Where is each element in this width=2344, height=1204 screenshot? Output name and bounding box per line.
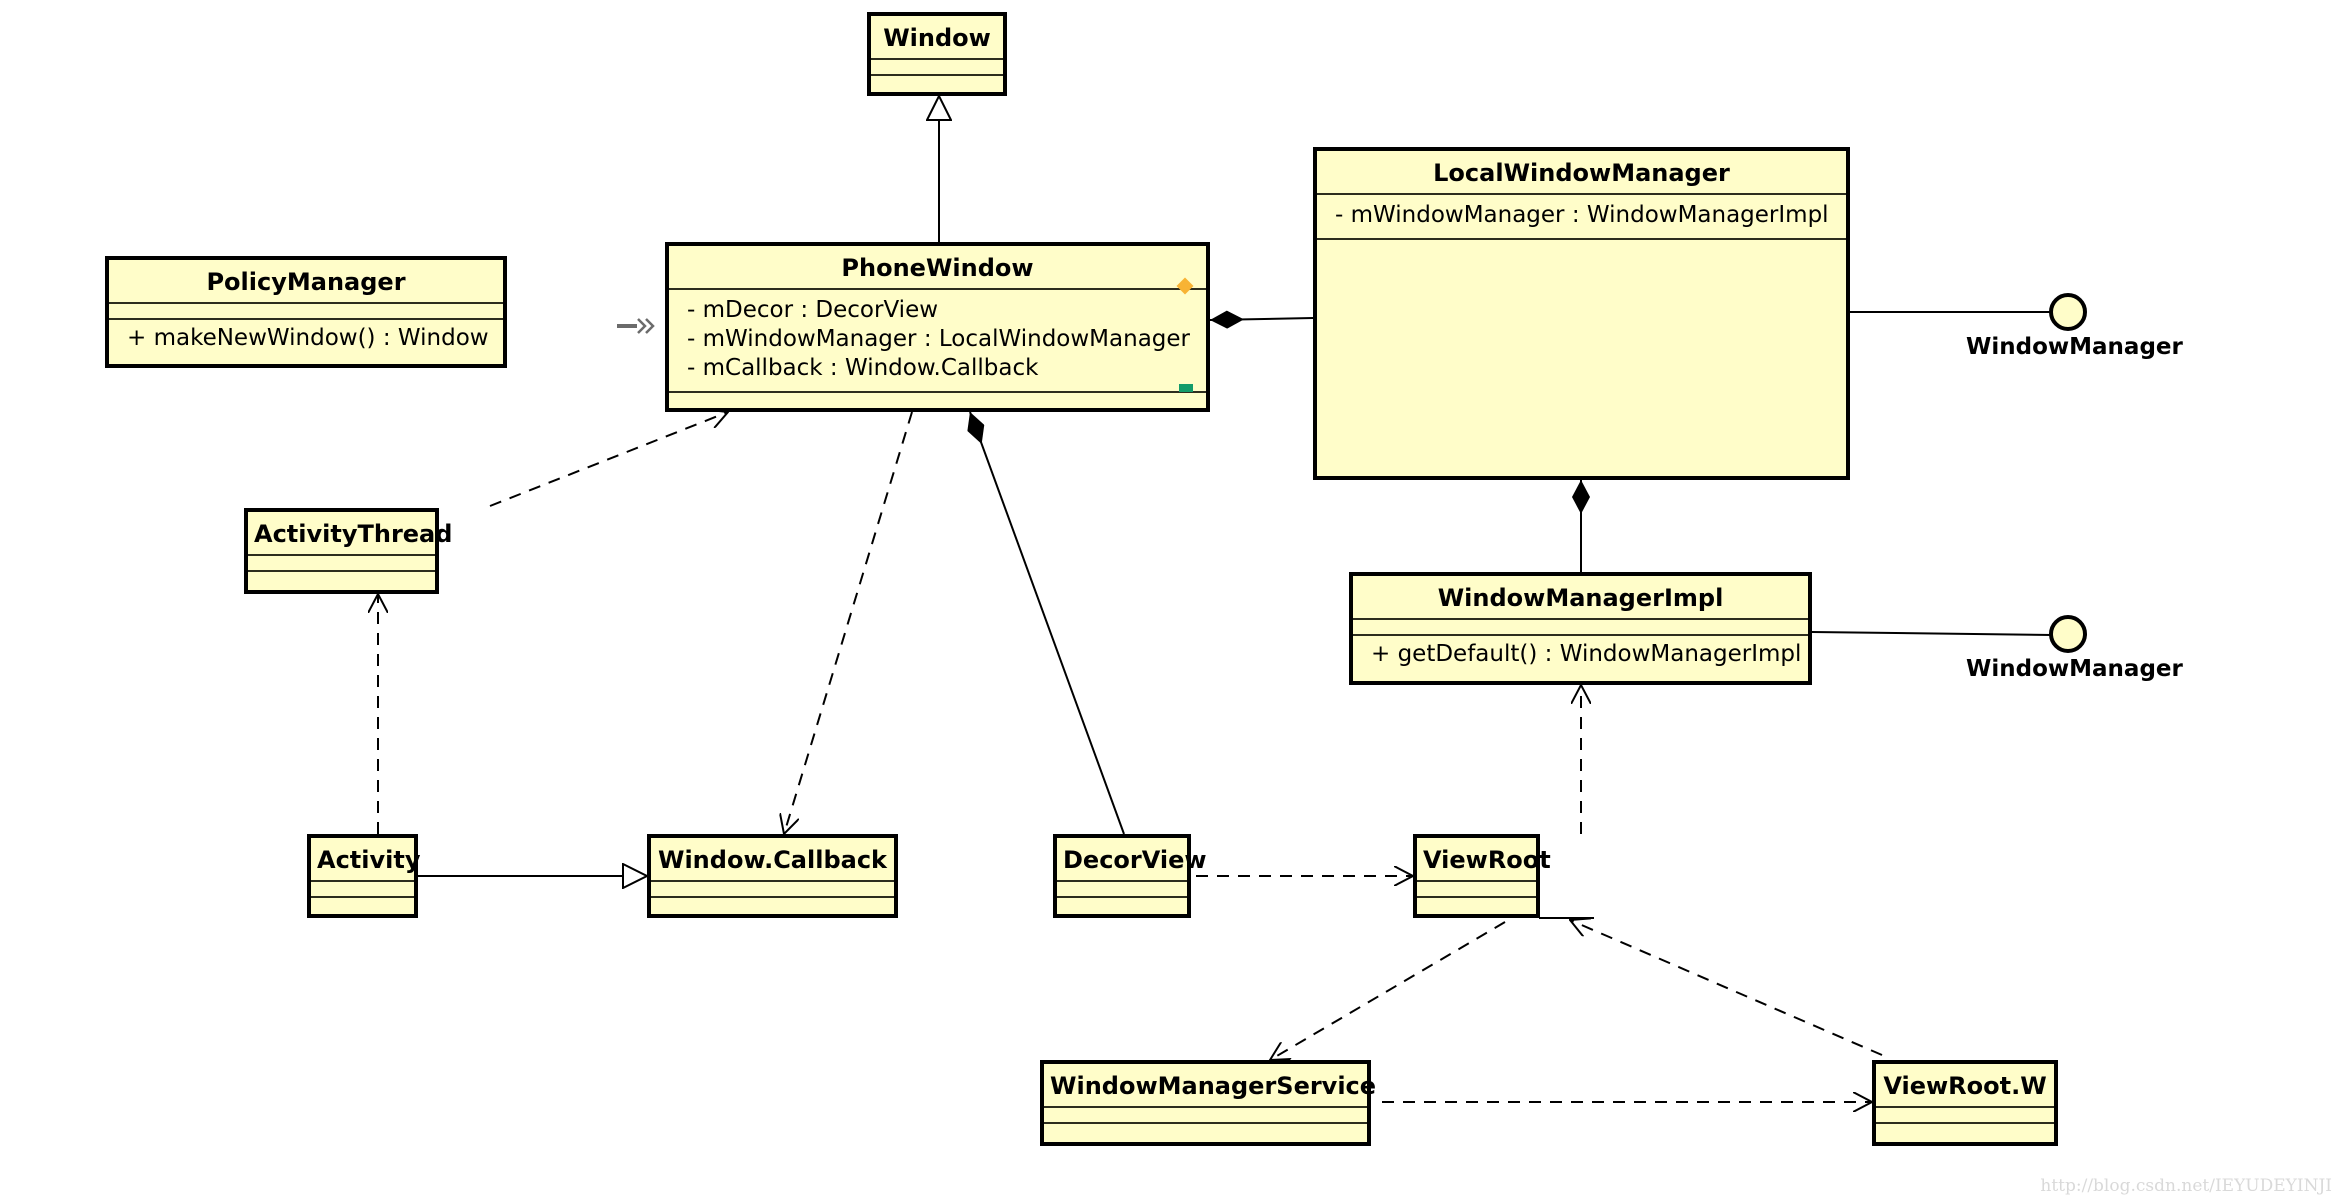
class-name: DecorView xyxy=(1063,846,1207,874)
watermark: http://blog.csdn.net/IEYUDEYINJI xyxy=(2040,1176,2332,1196)
operation: + getDefault() : WindowManagerImpl xyxy=(1371,641,1802,667)
class-name: WindowManagerImpl xyxy=(1437,584,1724,612)
class-name: WindowManagerService xyxy=(1050,1072,1377,1100)
class-localwindowmanager[interactable]: LocalWindowManager - mWindowManager : Wi… xyxy=(1313,147,1850,480)
operations-compartment xyxy=(1417,896,1536,912)
class-name: ViewRoot xyxy=(1423,846,1551,874)
class-name: ActivityThread xyxy=(254,520,453,548)
attributes-compartment: - mDecor : DecorView - mWindowManager : … xyxy=(669,288,1206,387)
composition-phonewindow-localwindowmanager xyxy=(1209,310,1314,329)
operations-compartment: + makeNewWindow() : Window xyxy=(109,318,503,357)
class-window-callback[interactable]: Window.Callback xyxy=(647,834,898,918)
class-decorview[interactable]: DecorView xyxy=(1053,834,1207,918)
class-windowmanagerservice[interactable]: WindowManagerService xyxy=(1040,1060,1377,1146)
interface-label-windowmanager-2: WindowManager xyxy=(1966,656,2183,682)
attribute: - mWindowManager : LocalWindowManager xyxy=(687,326,1191,352)
operations-compartment xyxy=(669,391,1206,411)
attributes-compartment xyxy=(311,880,414,896)
class-window[interactable]: Window xyxy=(867,12,1007,96)
dependency-phonewindow-windowcallback xyxy=(784,411,913,834)
attribute: - mCallback : Window.Callback xyxy=(687,355,1039,381)
attributes-compartment xyxy=(1353,618,1808,634)
attributes-compartment xyxy=(248,554,435,570)
class-name: PolicyManager xyxy=(206,268,406,296)
class-name: Window xyxy=(883,24,991,52)
operations-compartment xyxy=(1044,1122,1367,1138)
class-name: LocalWindowManager xyxy=(1433,159,1730,187)
operation: + makeNewWindow() : Window xyxy=(127,325,489,351)
attributes-compartment xyxy=(651,880,894,896)
attributes-compartment: - mWindowManager : WindowManagerImpl xyxy=(1317,193,1846,238)
attributes-compartment xyxy=(109,302,503,318)
operations-compartment: + getDefault() : WindowManagerImpl xyxy=(1353,634,1808,673)
class-name: Activity xyxy=(317,846,421,874)
phonewindow-port-chevrons-icon xyxy=(637,318,655,334)
composition-phonewindow-decorview xyxy=(967,411,1125,835)
class-viewroot[interactable]: ViewRoot xyxy=(1413,834,1551,918)
dependency-viewroot-windowmanagerservice xyxy=(1270,921,1506,1060)
operations-compartment xyxy=(311,896,414,912)
connector-layer xyxy=(0,0,2087,1204)
operations-compartment xyxy=(871,74,1003,90)
lollipop-line-windowmanagerimpl xyxy=(1811,631,2053,636)
attribute: - mWindowManager : WindowManagerImpl xyxy=(1335,202,1829,228)
class-windowmanagerimpl[interactable]: WindowManagerImpl + getDefault() : Windo… xyxy=(1349,572,1812,685)
class-viewroot-w[interactable]: ViewRoot.W xyxy=(1872,1060,2058,1146)
interface-windowmanager-icon-1 xyxy=(2049,293,2087,331)
dependency-activitythread-phonewindow xyxy=(489,412,728,507)
operations-compartment xyxy=(1317,238,1846,254)
dependency-viewrootw-viewroot xyxy=(1570,920,1883,1056)
class-activity[interactable]: Activity xyxy=(307,834,421,918)
attributes-compartment xyxy=(1057,880,1187,896)
operations-compartment xyxy=(1876,1122,2054,1138)
class-name: PhoneWindow xyxy=(841,254,1034,282)
operations-compartment xyxy=(248,570,435,586)
class-activitythread[interactable]: ActivityThread xyxy=(244,508,453,594)
operations-compartment xyxy=(1057,896,1187,912)
attributes-compartment xyxy=(1417,880,1536,896)
class-name: ViewRoot.W xyxy=(1883,1072,2047,1100)
attributes-compartment xyxy=(871,58,1003,74)
class-name: Window.Callback xyxy=(657,846,888,874)
green-square-icon xyxy=(1179,384,1193,392)
interface-windowmanager-icon-2 xyxy=(2049,615,2087,653)
interface-label-windowmanager-1: WindowManager xyxy=(1966,334,2183,360)
attribute: - mDecor : DecorView xyxy=(687,297,939,323)
class-phonewindow[interactable]: PhoneWindow - mDecor : DecorView - mWind… xyxy=(665,242,1210,412)
attributes-compartment xyxy=(1044,1106,1367,1122)
operations-compartment xyxy=(651,896,894,912)
class-policymanager[interactable]: PolicyManager + makeNewWindow() : Window xyxy=(105,256,507,368)
attributes-compartment xyxy=(1876,1106,2054,1122)
